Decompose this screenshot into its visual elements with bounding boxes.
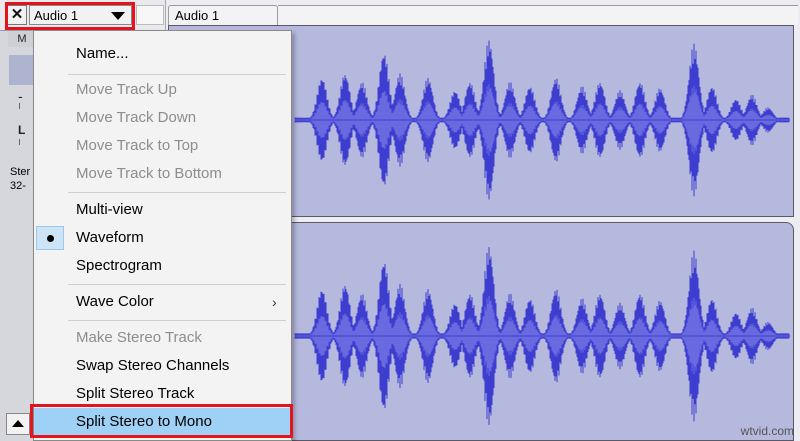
- menu-item-waveform[interactable]: Waveform: [34, 224, 291, 252]
- pan-slider-tick: [19, 139, 20, 145]
- menu-item-make-stereo-track: Make Stereo Track: [76, 329, 202, 346]
- pan-slider-label: L: [18, 123, 26, 137]
- gain-slider-tick: [19, 103, 20, 109]
- track-name-highlight-box: [5, 2, 135, 30]
- chevron-right-icon: ›: [272, 294, 277, 310]
- track-format-info: Ster: [10, 166, 31, 178]
- menu-separator: [68, 192, 286, 193]
- menu-item-name[interactable]: Name...: [34, 40, 291, 68]
- menu-item-move-track-to-bottom: Move Track to Bottom: [76, 165, 222, 182]
- menu-separator: [68, 320, 286, 321]
- menu-item-spectrogram[interactable]: Spectrogram: [34, 252, 291, 280]
- triangle-up-icon[interactable]: [6, 413, 30, 435]
- solo-button[interactable]: [9, 55, 35, 85]
- menu-item-multi-view[interactable]: Multi-view: [34, 196, 291, 224]
- mute-button[interactable]: M: [8, 31, 36, 47]
- split-stereo-to-mono-highlight-box: [30, 404, 293, 438]
- left-channel-wave-shape: [294, 40, 790, 200]
- right-channel-wave-shape: [294, 247, 790, 425]
- menu-separator: [68, 74, 286, 75]
- menu-item-swap-stereo-channels[interactable]: Swap Stereo Channels: [34, 352, 291, 380]
- menu-separator: [68, 284, 286, 285]
- menu-item-wave-color[interactable]: Wave Color ›: [34, 288, 291, 316]
- menu-item-move-track-to-top: Move Track to Top: [76, 137, 199, 154]
- menu-item-move-track-up: Move Track Up: [76, 81, 177, 98]
- checked-indicator: [36, 226, 64, 250]
- track-context-menu: Name... Move Track Up Move Track Down Mo…: [33, 30, 292, 441]
- audacity-window: Audio 1 wtvid.com ✕ Audio 1 M - L Ster 3…: [0, 0, 800, 441]
- track-blank-button[interactable]: [136, 5, 164, 25]
- watermark: wtvid.com: [740, 424, 794, 438]
- gain-slider-label: -: [18, 88, 23, 104]
- track-rate-info: 32-: [10, 180, 26, 192]
- menu-item-move-track-down: Move Track Down: [76, 109, 197, 126]
- radio-dot-icon: [47, 235, 54, 242]
